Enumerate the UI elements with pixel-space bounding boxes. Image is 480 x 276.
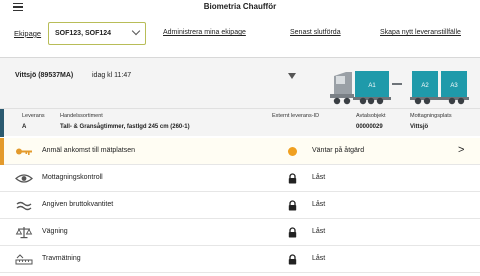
nav-row: Ekipage SOF123, SOF124 Administrera mina… [0,14,480,58]
pending-dot-icon [288,147,297,156]
lock-icon [288,227,297,238]
latest-completed-link[interactable]: Senast slutförda [290,29,341,36]
mottag-label: Mottagningsplats [410,113,452,119]
truck-illustration: A1 A2 A3 [330,71,469,105]
step-label: Angiven bruttokvantitet [42,201,114,208]
chevron-right-icon[interactable]: > [458,144,464,156]
unit-a3-label: A3 [450,83,458,89]
step-status: Låst [312,228,326,235]
vehicle-name: Vittsjö (89537MA) [15,72,74,79]
avtal-value: 00000029 [356,124,383,130]
step-label: Travmätning [42,255,81,262]
vehicle-section: Vittsjö (89537MA) idag kl 11:47 A1 A2 A3 [0,58,480,108]
sortiment-label: Handelssortiment [60,113,103,119]
approx-icon [16,201,32,211]
step-bruttokvantitet[interactable]: Angiven bruttokvantitet Låst [0,192,480,219]
key-icon [16,148,32,155]
step-travmatning[interactable]: Travmätning Låst [0,246,480,273]
extern-id-label: Externt leverans-ID [272,113,320,119]
sortiment-value: Tall- & Gransågtimmer, fastlgd 245 cm (2… [60,124,190,130]
step-anmal-ankomst[interactable]: Anmäl ankomst till mätplatsen Väntar på … [0,138,480,165]
vehicle-time: idag kl 11:47 [92,72,132,79]
truck-cab [330,72,354,98]
chevron-down-icon [131,26,141,36]
delivery-info: Leverans A Handelssortiment Tall- & Gran… [0,108,480,137]
step-status: Väntar på åtgärd [312,147,365,154]
ekipage-select-value: SOF123, SOF124 [55,30,112,37]
step-label: Anmäl ankomst till mätplatsen [42,147,135,154]
leverans-value: A [22,124,27,130]
step-status: Låst [312,201,326,208]
admin-ekipage-link[interactable]: Administrera mina ekipage [163,29,246,36]
step-label: Mottagningskontroll [42,174,103,181]
step-vagning[interactable]: Vägning Låst [0,219,480,246]
ekipage-label: Ekipage [14,29,42,38]
step-mottagningskontroll[interactable]: Mottagningskontroll Låst [0,165,480,192]
leverans-label: Leverans [22,113,45,119]
step-label: Vägning [42,228,68,235]
app-title: Biometria Chaufför [203,2,277,11]
ruler-icon [15,254,33,265]
lock-icon [288,254,297,265]
ekipage-select[interactable]: SOF123, SOF124 [48,22,146,45]
unit-a1-label: A1 [368,83,376,89]
step-status: Låst [312,174,326,181]
lock-icon [288,200,297,211]
step-list: Anmäl ankomst till mätplatsen Väntar på … [0,138,480,273]
avtal-label: Avtalsobjekt [356,113,386,119]
title-bar: Biometria Chaufför [0,0,480,14]
mottag-value: Vittsjö [410,124,429,130]
collapse-toggle-icon[interactable] [288,73,296,79]
unit-a2-label: A2 [421,83,429,89]
eye-icon [15,174,33,183]
step-status: Låst [312,255,326,262]
lock-icon [288,173,297,184]
scale-icon [15,227,33,239]
create-delivery-link[interactable]: Skapa nytt leveranstillfälle [380,29,461,36]
